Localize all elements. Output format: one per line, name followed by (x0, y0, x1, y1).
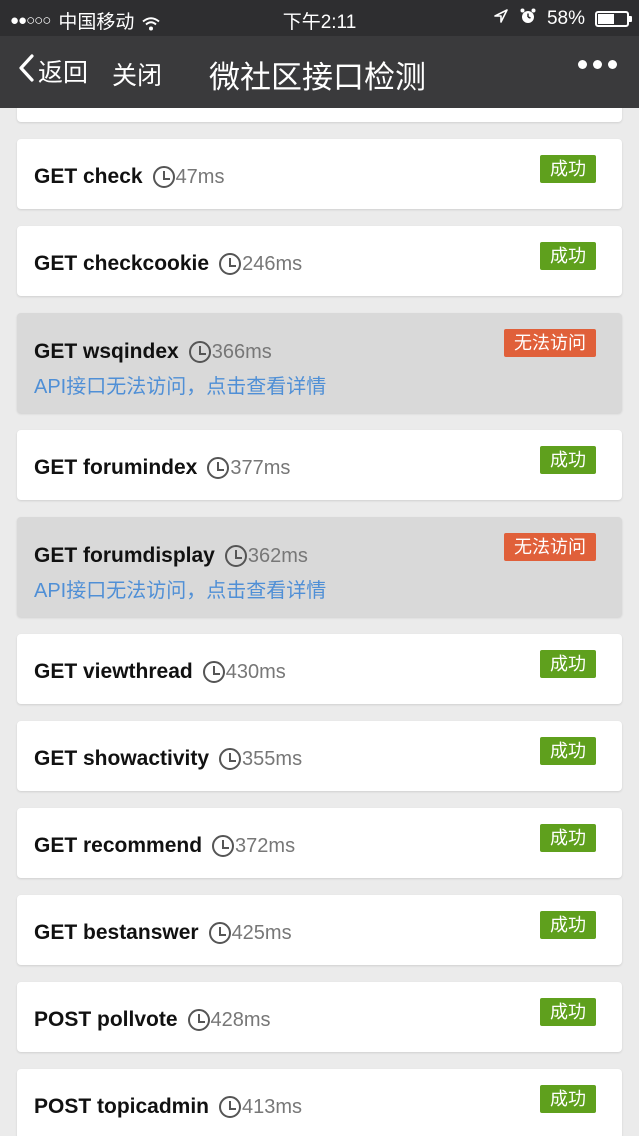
response-time: 372ms (235, 834, 296, 857)
api-check-item[interactable]: GET check 47ms 成功 (17, 139, 622, 209)
battery-cap (629, 16, 632, 22)
status-badge: 成功 (540, 824, 596, 852)
clock-icon (207, 457, 230, 479)
error-detail-link[interactable]: API接口无法访问，点击查看详情 (34, 370, 326, 399)
api-check-row: GET check 47ms (34, 165, 224, 189)
response-time: 430ms (225, 660, 286, 683)
battery-percent: 58% (546, 8, 585, 29)
api-check-item[interactable]: GET wsqindex 366ms 无法访问 API接口无法访问，点击查看详情 (17, 313, 622, 413)
back-label: 返回 (38, 59, 89, 87)
status-bar: ●●○○○ 中国移动 下午2:11 58% (0, 0, 639, 36)
clock-icon (212, 835, 235, 857)
response-time: 366ms (211, 340, 272, 363)
api-check-item[interactable]: GET checkcookie 246ms 成功 (17, 226, 622, 296)
status-badge: 成功 (540, 998, 596, 1026)
status-badge: 成功 (540, 155, 596, 183)
clock-icon (219, 1096, 242, 1118)
api-check-row: GET viewthread 430ms (34, 660, 286, 684)
api-check-row: GET checkcookie 246ms (34, 252, 302, 276)
previous-card-edge (17, 108, 622, 122)
response-time: 47ms (175, 165, 225, 188)
alarm-icon (519, 7, 537, 31)
battery-level (598, 14, 614, 24)
clock-icon (188, 341, 211, 363)
status-badge: 成功 (540, 446, 596, 474)
api-check-row: GET bestanswer 425ms (34, 921, 292, 945)
api-check-item[interactable]: POST topicadmin 413ms 成功 (17, 1069, 622, 1136)
status-badge: 成功 (540, 242, 596, 270)
api-check-item[interactable]: GET forumindex 377ms 成功 (17, 430, 622, 500)
battery-icon (595, 11, 632, 27)
api-name: GET recommend (34, 834, 203, 857)
response-time: 246ms (242, 252, 303, 275)
api-check-list: GET check 47ms 成功 GET checkcookie 246ms 成功 GET… (0, 108, 639, 1136)
more-dot (578, 60, 587, 69)
status-badge: 成功 (540, 1085, 596, 1113)
close-button[interactable]: 关闭 (112, 56, 162, 92)
clock-icon (208, 922, 231, 944)
error-detail-link[interactable]: API接口无法访问，点击查看详情 (34, 574, 326, 603)
status-badge: 无法访问 (504, 329, 596, 357)
api-check-item[interactable]: GET viewthread 430ms 成功 (17, 634, 622, 704)
clock-icon (224, 545, 247, 567)
response-time: 428ms (210, 1008, 271, 1031)
response-time: 413ms (242, 1095, 303, 1118)
api-name: GET wsqindex (34, 340, 179, 363)
response-time: 362ms (247, 544, 308, 567)
clock-icon (152, 166, 175, 188)
api-check-row: GET forumindex 377ms (34, 456, 290, 480)
api-check-row: GET recommend 372ms (34, 834, 295, 858)
more-dot (593, 60, 602, 69)
api-check-item[interactable]: GET recommend 372ms 成功 (17, 808, 622, 878)
clock-icon (187, 1009, 210, 1031)
back-button[interactable]: 返回 (18, 53, 88, 89)
page-title: 微社区接口检测 (209, 60, 426, 95)
response-time: 377ms (230, 456, 291, 479)
clock-icon (202, 661, 225, 683)
api-check-row: GET showactivity 355ms (34, 747, 302, 771)
api-check-item[interactable]: GET showactivity 355ms 成功 (17, 721, 622, 791)
api-name: GET forumdisplay (34, 544, 215, 567)
api-name: GET viewthread (34, 660, 193, 683)
api-check-row: POST pollvote 428ms (34, 1008, 271, 1032)
response-time: 355ms (242, 747, 303, 770)
api-name: GET bestanswer (34, 921, 199, 944)
api-check-row: GET wsqindex 366ms (34, 340, 272, 364)
more-icon[interactable] (578, 60, 617, 69)
api-check-row: GET forumdisplay 362ms (34, 544, 308, 568)
api-check-item[interactable]: GET forumdisplay 362ms 无法访问 API接口无法访问，点击查看详… (17, 517, 622, 617)
api-name: POST pollvote (34, 1008, 178, 1031)
api-name: GET checkcookie (34, 252, 210, 275)
status-badge: 成功 (540, 911, 596, 939)
nav-bar: 返回 关闭 微社区接口检测 (0, 36, 639, 108)
response-time: 425ms (231, 921, 292, 944)
chevron-left-icon (18, 53, 34, 89)
status-badge: 成功 (540, 737, 596, 765)
api-check-row: POST topicadmin 413ms (34, 1095, 302, 1119)
status-right: 58% (493, 7, 632, 31)
api-name: GET showactivity (34, 747, 210, 770)
api-check-item[interactable]: POST pollvote 428ms 成功 (17, 982, 622, 1052)
api-check-item[interactable]: GET bestanswer 425ms 成功 (17, 895, 622, 965)
api-name: GET forumindex (34, 456, 198, 479)
clock-icon (219, 748, 242, 770)
status-badge: 成功 (540, 650, 596, 678)
api-name: POST topicadmin (34, 1095, 210, 1118)
more-dot (608, 60, 617, 69)
clock-icon (219, 253, 242, 275)
location-arrow-icon (493, 8, 509, 30)
api-name: GET check (34, 165, 143, 188)
status-badge: 无法访问 (504, 533, 596, 561)
